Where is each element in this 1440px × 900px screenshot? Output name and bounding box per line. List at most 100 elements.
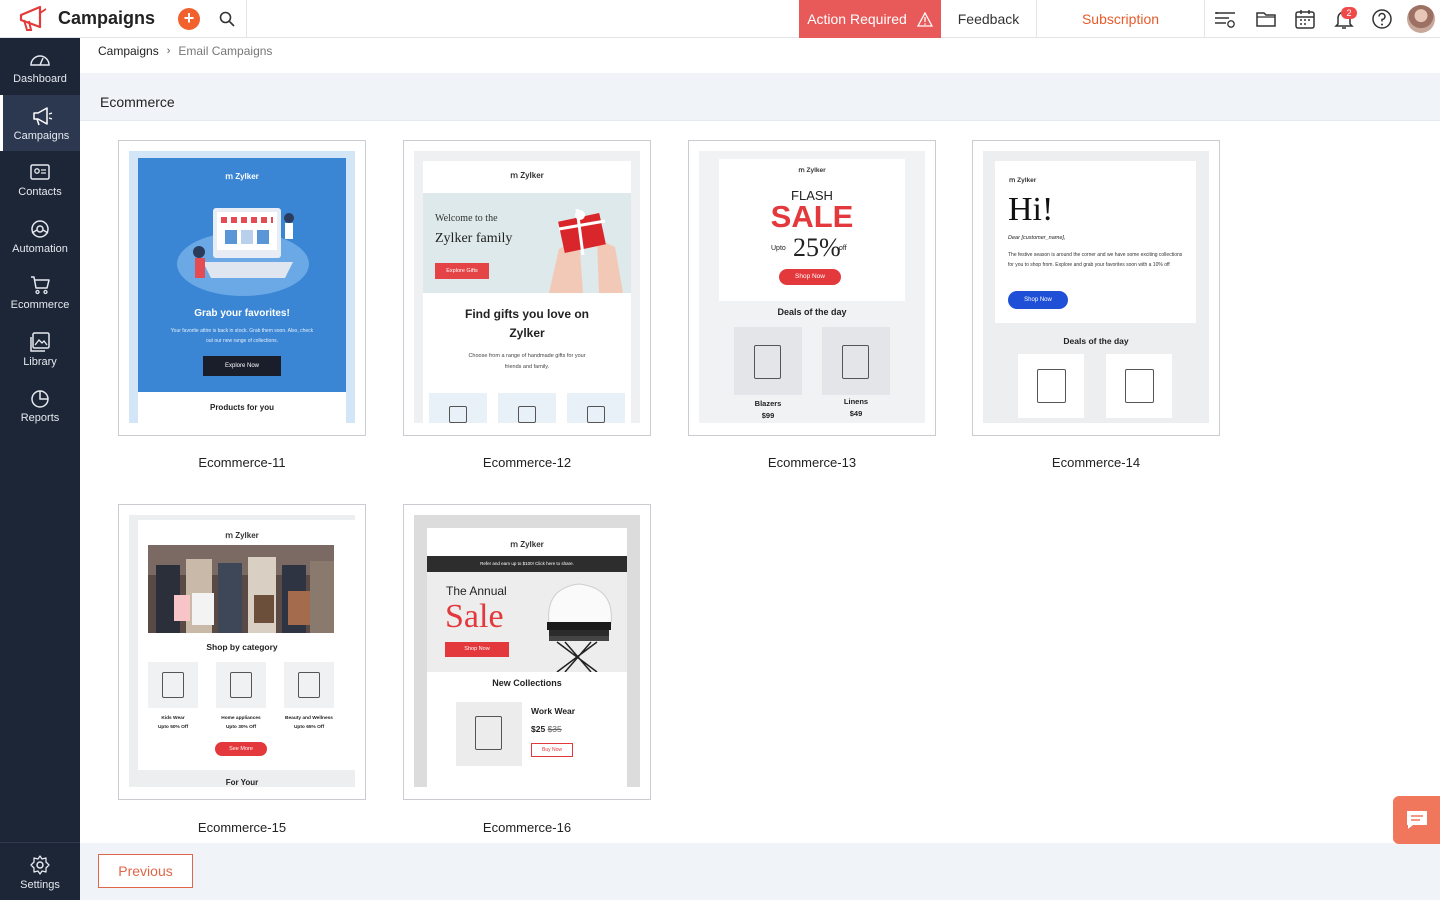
sidebar-item-ecommerce[interactable]: Ecommerce bbox=[0, 264, 80, 320]
sidebar-item-contacts[interactable]: Contacts bbox=[0, 151, 80, 207]
shop-by-label: Shop by category bbox=[206, 642, 278, 652]
product-price: $99 bbox=[761, 411, 775, 420]
settings-label: Settings bbox=[20, 879, 60, 891]
add-button[interactable]: + bbox=[178, 7, 200, 30]
dear-label: Dear [customer_name], bbox=[1008, 235, 1066, 241]
product-price: $25 bbox=[531, 724, 546, 734]
category-offer: Upto 65% Off bbox=[293, 725, 325, 730]
sidebar-item-dashboard[interactable]: Dashboard bbox=[0, 38, 80, 94]
product-price: $49 bbox=[849, 409, 863, 418]
off-label: off bbox=[839, 245, 847, 252]
template-card[interactable]: ⅿ Zylker Shop by category Kids Wear Upto… bbox=[118, 504, 366, 800]
top-bar: Campaigns + Action Required Feedback Sub… bbox=[0, 0, 1440, 38]
template-body: The festive season is around the corner … bbox=[1008, 252, 1183, 268]
product-name: Work Wear bbox=[531, 706, 576, 716]
cart-icon bbox=[31, 276, 50, 295]
template-footer: Products for you bbox=[209, 403, 274, 412]
sidebar-item-settings[interactable]: Settings bbox=[0, 844, 80, 900]
folder-icon[interactable] bbox=[1255, 8, 1277, 30]
megaphone-icon bbox=[32, 107, 52, 126]
template-name: Ecommerce-14 bbox=[1051, 455, 1141, 470]
divider bbox=[246, 0, 247, 38]
sidebar-item-label: Automation bbox=[12, 243, 68, 255]
section-header: Ecommerce bbox=[80, 73, 1440, 121]
campaigns-logo-icon bbox=[19, 5, 47, 31]
annual-label: The Annual bbox=[446, 584, 507, 598]
hero-line-2: Zylker family bbox=[435, 231, 513, 246]
chair-illustration bbox=[547, 583, 612, 672]
shopping-bag-icon bbox=[230, 672, 252, 698]
help-icon[interactable] bbox=[1371, 8, 1393, 30]
chat-icon bbox=[1406, 811, 1427, 829]
template-card[interactable]: ⅿ Zylker Welcome to the Zylker family Ex… bbox=[403, 140, 651, 436]
shoppers-photo bbox=[148, 545, 334, 633]
feedback-link[interactable]: Feedback bbox=[941, 0, 1037, 38]
template-thumbnail: ⅿ Zylker Welcome to the Zylker family Ex… bbox=[414, 151, 640, 423]
warning-icon bbox=[916, 11, 933, 27]
template-cta: Shop Now bbox=[445, 642, 509, 657]
template-card[interactable]: ⅿ Zylker Refer and earn up to $100! Clic… bbox=[403, 504, 651, 800]
subscription-link[interactable]: Subscription bbox=[1037, 0, 1205, 38]
percent-label: 25% bbox=[793, 233, 841, 262]
gear-icon bbox=[30, 855, 50, 875]
template-thumbnail: ⅿ Zylker Hi! Dear [customer_name], The f… bbox=[983, 151, 1209, 423]
template-thumbnail: ⅿ Zylker Refer and earn up to $100! Clic… bbox=[414, 515, 640, 787]
previous-button[interactable]: Previous bbox=[98, 854, 193, 888]
shopping-bag-icon bbox=[449, 406, 467, 423]
breadcrumb: Campaigns › Email Campaigns bbox=[98, 44, 272, 58]
shopping-bag-icon bbox=[842, 345, 869, 379]
action-required-label: Action Required bbox=[807, 11, 907, 27]
template-body: Your favorite attire is back in stock. G… bbox=[170, 328, 314, 344]
notification-badge: 2 bbox=[1341, 7, 1357, 19]
category-name: Kids Wear bbox=[161, 716, 185, 721]
template-card[interactable]: ⅿ Zylker Grab your favorites! Your favor… bbox=[118, 140, 366, 436]
category-offer: Upto 50% Off bbox=[157, 725, 189, 730]
template-headline: Grab your favorites! bbox=[194, 308, 290, 319]
product-name: Blazers bbox=[754, 399, 782, 408]
referral-banner: Refer and earn up to $100! Click here to… bbox=[427, 556, 627, 572]
sidebar-item-label: Contacts bbox=[18, 186, 62, 198]
avatar[interactable] bbox=[1407, 5, 1435, 33]
template-cta: Shop Now bbox=[1008, 291, 1068, 309]
app-title: Campaigns bbox=[58, 8, 156, 28]
automation-icon bbox=[31, 220, 49, 238]
action-required-button[interactable]: Action Required bbox=[799, 0, 941, 38]
template-cta: Explore Now bbox=[203, 356, 281, 376]
brand[interactable]: Campaigns bbox=[0, 5, 170, 33]
template-thumbnail: ⅿ Zylker Shop by category Kids Wear Upto… bbox=[129, 515, 355, 787]
search-icon[interactable] bbox=[218, 10, 236, 28]
sidebar-item-library[interactable]: Library bbox=[0, 321, 80, 377]
sidebar-item-reports[interactable]: Reports bbox=[0, 377, 80, 433]
sidebar-item-label: Reports bbox=[20, 412, 60, 424]
product-name: Linens bbox=[843, 397, 869, 406]
library-icon bbox=[30, 332, 50, 352]
buy-now-button: Buy Now bbox=[531, 743, 573, 757]
sidebar-item-label: Dashboard bbox=[13, 73, 67, 85]
shopping-illustration bbox=[177, 208, 309, 296]
brand-logo: ⅿ Zylker bbox=[225, 172, 259, 181]
chat-button[interactable] bbox=[1393, 796, 1440, 844]
list-settings-icon[interactable] bbox=[1214, 8, 1236, 30]
template-headline: Find gifts you love on Zylker bbox=[465, 307, 589, 340]
product-old-price: $35 bbox=[547, 724, 562, 734]
greeting-label: Hi! bbox=[1008, 191, 1054, 228]
template-card[interactable]: ⅿ Zylker FLASH SALE Upto 25% off Shop No… bbox=[688, 140, 936, 436]
template-thumbnail: ⅿ Zylker FLASH SALE Upto 25% off Shop No… bbox=[699, 151, 925, 423]
brand-logo: ⅿ Zylker bbox=[798, 167, 826, 174]
brand-logo: ⅿ Zylker bbox=[510, 171, 544, 180]
template-name: Ecommerce-16 bbox=[482, 820, 572, 835]
shopping-bag-icon bbox=[587, 406, 605, 423]
upto-label: Upto bbox=[771, 245, 786, 252]
template-cta: Shop Now bbox=[779, 269, 841, 285]
template-card[interactable]: ⅿ Zylker Hi! Dear [customer_name], The f… bbox=[972, 140, 1220, 436]
calendar-icon[interactable] bbox=[1294, 8, 1316, 30]
brand-logo: ⅿ Zylker bbox=[225, 531, 259, 540]
sidebar-item-label: Campaigns bbox=[13, 130, 70, 142]
breadcrumb-campaigns[interactable]: Campaigns bbox=[98, 44, 159, 58]
sidebar-item-label: Library bbox=[23, 356, 57, 368]
template-cta: See More bbox=[215, 742, 267, 756]
template-name: Ecommerce-13 bbox=[767, 455, 857, 470]
sidebar-item-automation[interactable]: Automation bbox=[0, 208, 80, 264]
template-name: Ecommerce-15 bbox=[197, 820, 287, 835]
sidebar-item-campaigns[interactable]: Campaigns bbox=[0, 95, 80, 151]
